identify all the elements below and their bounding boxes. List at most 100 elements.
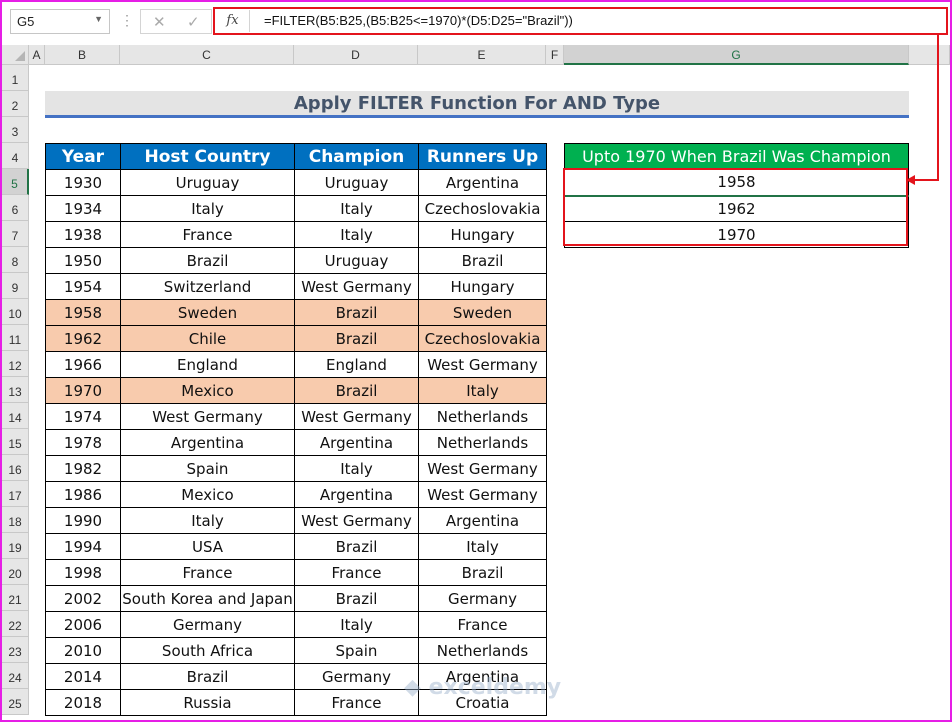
table-cell[interactable]: Brazil xyxy=(294,299,419,326)
table-cell[interactable]: 1982 xyxy=(45,455,121,482)
column-header-A[interactable]: A xyxy=(29,45,45,65)
row-header[interactable]: 25 xyxy=(2,689,29,715)
table-cell[interactable]: Argentina xyxy=(120,429,295,456)
row-header[interactable]: 8 xyxy=(2,247,29,273)
table-cell[interactable]: Netherlands xyxy=(418,637,547,664)
table-cell[interactable]: 1990 xyxy=(45,507,121,534)
table-cell[interactable]: Germany xyxy=(418,585,547,612)
table-cell[interactable]: Netherlands xyxy=(418,429,547,456)
table-cell[interactable]: Uruguay xyxy=(120,169,295,196)
table-cell[interactable]: Germany xyxy=(120,611,295,638)
drag-handle-icon[interactable]: ⋮ xyxy=(120,12,134,29)
row-header[interactable]: 4 xyxy=(2,143,29,169)
table-cell[interactable]: Hungary xyxy=(418,273,547,300)
table-cell[interactable]: France xyxy=(294,559,419,586)
row-header[interactable]: 1 xyxy=(2,65,29,91)
table-cell[interactable]: Italy xyxy=(294,195,419,222)
row-header[interactable]: 20 xyxy=(2,559,29,585)
table-cell[interactable]: 2006 xyxy=(45,611,121,638)
table-cell[interactable]: 1938 xyxy=(45,221,121,248)
table-cell[interactable]: 2014 xyxy=(45,663,121,690)
table-cell[interactable]: West Germany xyxy=(294,273,419,300)
table-cell[interactable]: West Germany xyxy=(120,403,295,430)
row-header[interactable]: 3 xyxy=(2,117,29,143)
row-header[interactable]: 10 xyxy=(2,299,29,325)
column-header-F[interactable]: F xyxy=(546,45,564,65)
chevron-down-icon[interactable]: ▼ xyxy=(94,14,103,24)
table-cell[interactable]: 1930 xyxy=(45,169,121,196)
row-header[interactable]: 19 xyxy=(2,533,29,559)
table-cell[interactable]: France xyxy=(120,221,295,248)
row-header[interactable]: 16 xyxy=(2,455,29,481)
table-cell[interactable]: Czechoslovakia xyxy=(418,195,547,222)
table-cell[interactable]: England xyxy=(120,351,295,378)
row-header[interactable]: 21 xyxy=(2,585,29,611)
table-cell[interactable]: 1954 xyxy=(45,273,121,300)
table-cell[interactable]: Argentina xyxy=(294,429,419,456)
table-cell[interactable]: France xyxy=(418,611,547,638)
table-cell[interactable]: 1962 xyxy=(45,325,121,352)
row-header[interactable]: 5 xyxy=(2,169,29,195)
column-header-D[interactable]: D xyxy=(294,45,418,65)
table-cell[interactable]: West Germany xyxy=(418,481,547,508)
table-cell[interactable]: France xyxy=(294,689,419,716)
table-cell[interactable]: 2002 xyxy=(45,585,121,612)
column-header-empty[interactable] xyxy=(909,45,950,65)
table-cell[interactable]: USA xyxy=(120,533,295,560)
table-cell[interactable]: Italy xyxy=(294,455,419,482)
row-header[interactable]: 2 xyxy=(2,91,29,117)
table-cell[interactable]: Uruguay xyxy=(294,247,419,274)
table-cell[interactable]: 1950 xyxy=(45,247,121,274)
row-header[interactable]: 7 xyxy=(2,221,29,247)
table-cell[interactable]: Brazil xyxy=(418,247,547,274)
table-cell[interactable]: 1970 xyxy=(45,377,121,404)
row-header[interactable]: 12 xyxy=(2,351,29,377)
column-header-E[interactable]: E xyxy=(418,45,546,65)
cancel-icon[interactable]: ✕ xyxy=(153,13,166,31)
name-box[interactable]: G5 ▼ xyxy=(10,9,110,34)
table-cell[interactable]: Uruguay xyxy=(294,169,419,196)
table-cell[interactable]: Mexico xyxy=(120,377,295,404)
row-header[interactable]: 18 xyxy=(2,507,29,533)
table-cell[interactable]: Brazil xyxy=(418,559,547,586)
table-cell[interactable]: 1966 xyxy=(45,351,121,378)
row-header[interactable]: 15 xyxy=(2,429,29,455)
select-all-button[interactable] xyxy=(2,45,29,65)
table-cell[interactable]: Brazil xyxy=(294,533,419,560)
table-cell[interactable]: 1978 xyxy=(45,429,121,456)
table-cell[interactable]: France xyxy=(120,559,295,586)
table-cell[interactable]: Brazil xyxy=(294,585,419,612)
table-cell[interactable]: Argentina xyxy=(294,481,419,508)
table-cell[interactable]: Spain xyxy=(294,637,419,664)
row-header[interactable]: 6 xyxy=(2,195,29,221)
table-cell[interactable]: West Germany xyxy=(294,403,419,430)
table-cell[interactable]: Russia xyxy=(120,689,295,716)
table-cell[interactable]: Brazil xyxy=(120,247,295,274)
row-header[interactable]: 17 xyxy=(2,481,29,507)
row-header[interactable]: 13 xyxy=(2,377,29,403)
table-cell[interactable]: Sweden xyxy=(120,299,295,326)
table-cell[interactable]: Netherlands xyxy=(418,403,547,430)
table-cell[interactable]: Italy xyxy=(294,611,419,638)
table-cell[interactable]: Italy xyxy=(418,377,547,404)
row-header[interactable]: 22 xyxy=(2,611,29,637)
table-cell[interactable]: Italy xyxy=(120,507,295,534)
table-cell[interactable]: Italy xyxy=(418,533,547,560)
table-cell[interactable]: 1958 xyxy=(45,299,121,326)
table-cell[interactable]: 2010 xyxy=(45,637,121,664)
table-cell[interactable]: 1934 xyxy=(45,195,121,222)
table-cell[interactable]: 1994 xyxy=(45,533,121,560)
table-cell[interactable]: England xyxy=(294,351,419,378)
table-cell[interactable]: West Germany xyxy=(418,351,547,378)
table-cell[interactable]: Italy xyxy=(120,195,295,222)
table-cell[interactable]: Brazil xyxy=(120,663,295,690)
table-cell[interactable]: West Germany xyxy=(294,507,419,534)
table-cell[interactable]: Germany xyxy=(294,663,419,690)
table-cell[interactable]: South Korea and Japan xyxy=(120,585,295,612)
row-header[interactable]: 14 xyxy=(2,403,29,429)
table-cell[interactable]: Sweden xyxy=(418,299,547,326)
table-cell[interactable]: Mexico xyxy=(120,481,295,508)
table-cell[interactable]: 1998 xyxy=(45,559,121,586)
column-header-C[interactable]: C xyxy=(120,45,294,65)
table-cell[interactable]: 1974 xyxy=(45,403,121,430)
